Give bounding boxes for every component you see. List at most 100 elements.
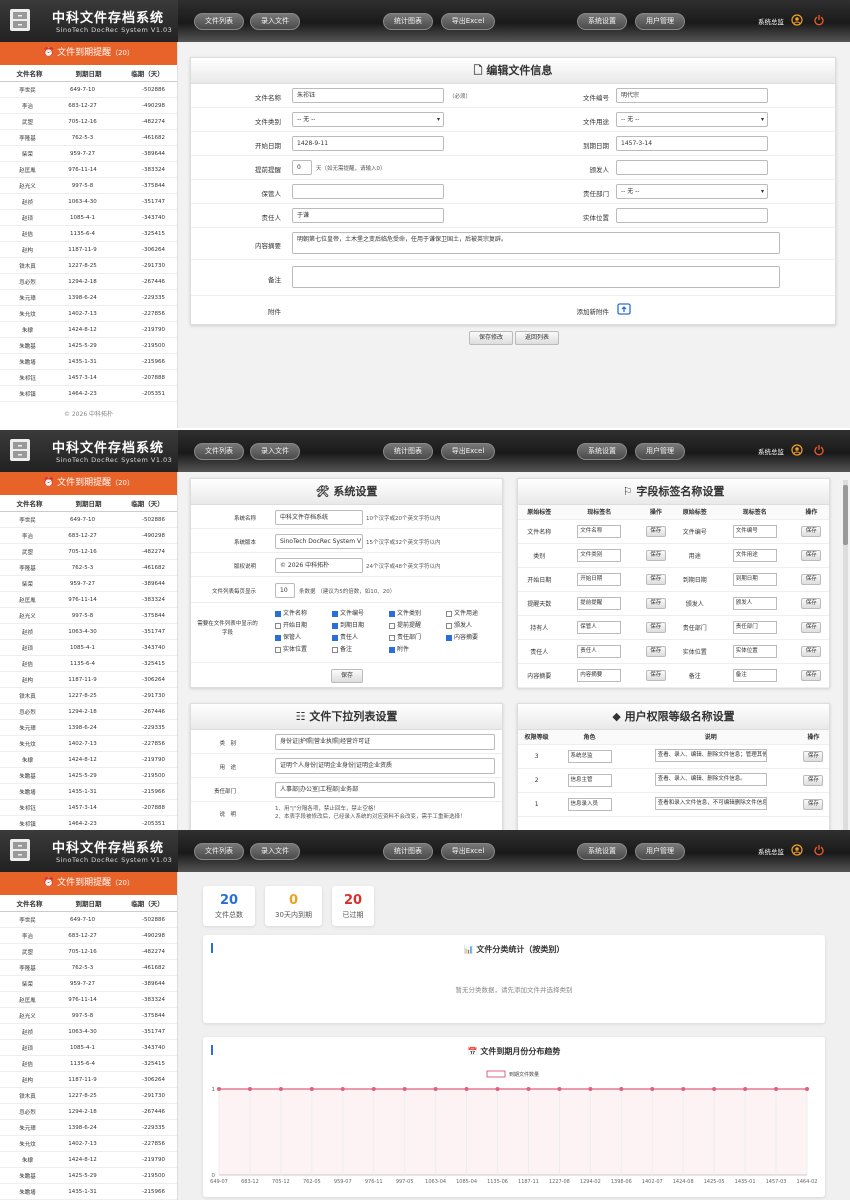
issuer-input[interactable] [616,160,768,175]
sidebar-row[interactable]: 朱祁钰 1457-3-14 -207888 [0,800,177,816]
sidebar-row[interactable]: 忽必烈 1294-2-18 -267446 [0,704,177,720]
nav-file-entry[interactable]: 录入文件 [250,13,300,30]
data-point[interactable] [557,1087,562,1091]
row-save-button[interactable]: 保存 [801,573,822,585]
sidebar-row[interactable]: 李治 683-12-27 -490298 [0,928,177,944]
role-name-input[interactable]: 系统总监 [567,749,612,763]
back-to-list-button[interactable]: 返回列表 [515,331,559,345]
power-icon[interactable] [813,844,825,856]
app-logo[interactable]: 中科文件存档系统 SinoTech DocRec System V1.03 [0,0,178,42]
save-changes-button[interactable]: 保存修改 [469,331,513,345]
sidebar-row[interactable]: 武曌 705-12-16 -482274 [0,544,177,560]
checkbox-icon[interactable] [275,622,281,629]
checkbox-icon[interactable] [389,622,395,629]
label-input[interactable]: 文件名称 [577,524,622,538]
field-checkbox[interactable]: 实体位置 [275,644,307,653]
checkbox-icon[interactable] [275,646,281,653]
sidebar-row[interactable]: 忽必烈 1294-2-18 -267446 [0,274,177,290]
role-name-input[interactable]: 信息录入员 [567,797,612,811]
nav-file-list[interactable]: 文件列表 [194,443,244,460]
sidebar-row[interactable]: 赵构 1187-11-9 -306264 [0,672,177,688]
sidebar-row[interactable]: 李世民 649-7-10 -502886 [0,512,177,528]
sidebar-row[interactable]: 李世民 649-7-10 -502886 [0,912,177,928]
summary-textarea[interactable]: 明朝第七位皇帝，土木堡之变后临危受命，任用于谦保卫国土，后被英宗复辟。 [292,232,780,254]
location-input[interactable] [616,208,768,223]
copyright-input[interactable]: © 2026 中科拓朴 [275,558,363,573]
sidebar-row[interactable]: 朱祁钰 1457-3-14 -207888 [0,370,177,386]
sidebar-row[interactable]: 朱瞻基 1425-5-29 -219500 [0,1168,177,1184]
sidebar-row[interactable]: 朱祁镇 1464-2-23 -205351 [0,816,177,830]
data-point[interactable] [278,1087,283,1091]
nav-file-list[interactable]: 文件列表 [194,843,244,860]
label-input[interactable]: 开始日期 [577,572,622,586]
field-checkbox[interactable]: 责任人 [332,632,358,641]
checkbox-icon[interactable] [332,646,338,653]
sidebar-row[interactable]: 赵佶 1135-6-4 -325415 [0,656,177,672]
field-checkbox[interactable]: 文件编号 [332,608,364,617]
field-checkbox[interactable]: 备注 [332,644,352,653]
nav-stats-chart[interactable]: 统计图表 [383,843,433,860]
field-checkbox[interactable]: 内容摘要 [446,632,478,641]
scrollbar[interactable] [843,480,848,830]
sidebar-row[interactable]: 赵祯 1063-4-30 -351747 [0,194,177,210]
data-point[interactable] [619,1087,624,1091]
sidebar-row[interactable]: 朱允炆 1402-7-13 -227856 [0,736,177,752]
data-point[interactable] [526,1087,531,1091]
sidebar-row[interactable]: 武曌 705-12-16 -482274 [0,944,177,960]
user-icon[interactable] [791,844,803,856]
number-input[interactable]: 明代宗 [616,88,768,103]
checkbox-icon[interactable] [332,634,338,641]
sidebar-row[interactable]: 赵匡胤 976-11-14 -383324 [0,162,177,178]
sidebar-row[interactable]: 赵光义 997-5-8 -375844 [0,1008,177,1024]
sidebar-row[interactable]: 赵祯 1063-4-30 -351747 [0,1024,177,1040]
row-save-button[interactable]: 保存 [801,597,822,609]
sidebar-row[interactable]: 赵构 1187-11-9 -306264 [0,1072,177,1088]
sidebar-row[interactable]: 忽必烈 1294-2-18 -267446 [0,1104,177,1120]
nav-stats-chart[interactable]: 统计图表 [383,13,433,30]
sidebar-row[interactable]: 李治 683-12-27 -490298 [0,528,177,544]
checkbox-icon[interactable] [332,622,338,629]
field-checkbox[interactable]: 文件类别 [389,608,421,617]
dropdown-options-textarea[interactable]: 身份证|护照|营业执照|经营许可证 [275,734,495,750]
checkbox-icon[interactable] [446,610,452,617]
field-checkbox[interactable]: 责任部门 [389,632,421,641]
label-input[interactable]: 保管人 [577,620,622,634]
sidebar-row[interactable]: 朱允炆 1402-7-13 -227856 [0,1136,177,1152]
power-icon[interactable] [813,444,825,456]
label-input[interactable]: 颁发人 [732,596,777,610]
data-point[interactable] [743,1087,748,1091]
page-size-input[interactable]: 10 [275,583,295,598]
row-save-button[interactable]: 保存 [645,573,666,585]
label-input[interactable]: 到期日期 [732,572,777,586]
label-input[interactable]: 文件用途 [732,548,777,562]
role-desc-input[interactable]: 查看、录入、编辑、删除文件信息。 [654,772,767,786]
sidebar-row[interactable]: 柴荣 959-7-27 -389644 [0,976,177,992]
role-desc-input[interactable]: 查看、录入、编辑、删除文件信息；管理其他 [654,748,767,762]
sys-version-input[interactable]: SinoTech DocRec System V1.03 [275,534,363,549]
sidebar-row[interactable]: 朱瞻基 1425-5-29 -219500 [0,338,177,354]
row-save-button[interactable]: 保存 [645,621,666,633]
sidebar-row[interactable]: 赵祯 1063-4-30 -351747 [0,624,177,640]
field-checkbox[interactable]: 开始日期 [275,620,307,629]
sidebar-row[interactable]: 赵构 1187-11-9 -306264 [0,242,177,258]
nav-user-manage[interactable]: 用户管理 [635,443,685,460]
sidebar-row[interactable]: 铁木真 1227-8-25 -291730 [0,258,177,274]
nav-file-entry[interactable]: 录入文件 [250,843,300,860]
remind-days-input[interactable]: 0 [292,160,312,175]
power-icon[interactable] [813,14,825,26]
sidebar-row[interactable]: 赵佶 1135-6-4 -325415 [0,226,177,242]
row-save-button[interactable]: 保存 [645,597,666,609]
data-point[interactable] [495,1087,500,1091]
sidebar-row[interactable]: 朱允炆 1402-7-13 -227856 [0,306,177,322]
data-point[interactable] [371,1087,376,1091]
checkbox-icon[interactable] [389,634,395,641]
sidebar-row[interactable]: 铁木真 1227-8-25 -291730 [0,1088,177,1104]
data-point[interactable] [681,1087,686,1091]
nav-system-settings[interactable]: 系统设置 [577,443,627,460]
responsible-input[interactable]: 于谦 [292,208,444,223]
field-checkbox[interactable]: 颁发人 [446,620,472,629]
data-point[interactable] [712,1087,717,1091]
label-input[interactable]: 责任人 [577,644,622,658]
checkbox-icon[interactable] [446,634,452,641]
row-save-button[interactable]: 保存 [645,669,666,681]
